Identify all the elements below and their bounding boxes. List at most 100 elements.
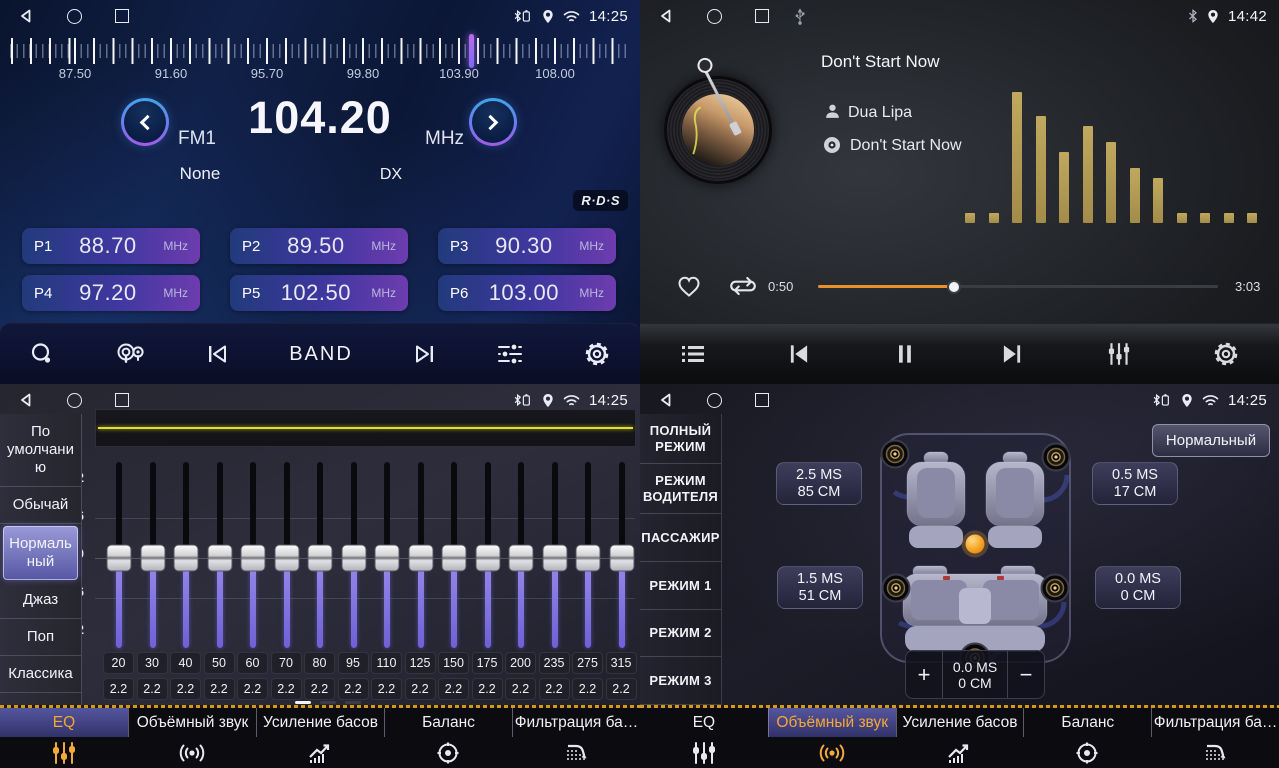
playlist-icon[interactable] — [680, 342, 706, 366]
eq-preset-custom[interactable]: Обычай — [0, 487, 81, 524]
bass-boost-tab-icon[interactable] — [256, 737, 384, 768]
q-value-box[interactable]: 2.2 — [438, 678, 469, 700]
q-value-box[interactable]: 2.2 — [271, 678, 302, 700]
settings-gear-icon[interactable] — [584, 341, 610, 367]
previous-track-icon[interactable] — [786, 341, 812, 367]
delay-front-left-button[interactable]: 2.5 MS 85 CM — [776, 462, 862, 505]
decrease-delay-button[interactable]: − — [1008, 651, 1044, 698]
eq-tab-icon[interactable] — [0, 737, 128, 768]
q-value-box[interactable]: 2.2 — [606, 678, 637, 700]
eq-band-slider[interactable] — [274, 462, 300, 648]
mode-driver[interactable]: РЕЖИМ ВОДИТЕЛЯ — [640, 464, 721, 514]
q-value-box[interactable]: 2.2 — [204, 678, 235, 700]
surround-tab-icon[interactable] — [128, 737, 256, 768]
mode-passenger[interactable]: ПАССАЖИР — [640, 514, 721, 562]
repeat-icon[interactable] — [728, 273, 758, 299]
tab-filter[interactable]: Фильтрация ба… — [512, 708, 640, 737]
eq-band-slider[interactable] — [609, 462, 635, 648]
fc-value-box[interactable]: 40 — [170, 652, 201, 674]
preset-button-p2[interactable]: P289.50MHz — [230, 228, 408, 264]
band-button[interactable]: BAND — [289, 343, 353, 366]
tab-surround[interactable]: Объёмный звук — [128, 708, 256, 737]
q-value-box[interactable]: 2.2 — [338, 678, 369, 700]
tab-eq[interactable]: EQ — [0, 708, 128, 737]
bass-boost-tab-icon[interactable] — [896, 737, 1024, 768]
surround-preset-button[interactable]: Нормальный — [1152, 424, 1270, 457]
eq-band-slider[interactable] — [441, 462, 467, 648]
preset-button-p3[interactable]: P390.30MHz — [438, 228, 616, 264]
nav-home-button[interactable] — [707, 393, 722, 408]
fc-value-box[interactable]: 150 — [438, 652, 469, 674]
tab-bass-boost[interactable]: Усиление басов — [896, 708, 1024, 737]
nav-home-button[interactable] — [67, 393, 82, 408]
eq-band-slider[interactable] — [307, 462, 333, 648]
balance-tab-icon[interactable] — [384, 737, 512, 768]
nav-recents-button[interactable] — [115, 9, 129, 23]
mode-2[interactable]: РЕЖИМ 2 — [640, 610, 721, 658]
q-value-box[interactable]: 2.2 — [304, 678, 335, 700]
filter-tab-icon[interactable] — [1151, 737, 1279, 768]
progress-thumb[interactable] — [947, 280, 961, 294]
eq-band-slider[interactable] — [207, 462, 233, 648]
tune-up-button[interactable] — [469, 98, 517, 146]
eq-band-slider[interactable] — [173, 462, 199, 648]
tab-bass-boost[interactable]: Усиление басов — [256, 708, 384, 737]
nav-back-button[interactable] — [658, 8, 674, 24]
nav-recents-button[interactable] — [755, 9, 769, 23]
favorite-heart-icon[interactable] — [676, 273, 702, 299]
fc-value-box[interactable]: 80 — [304, 652, 335, 674]
eq-tab-icon[interactable] — [640, 737, 768, 768]
eq-preset-pop[interactable]: Поп — [0, 619, 81, 656]
q-value-box[interactable]: 2.2 — [539, 678, 570, 700]
mode-full[interactable]: ПОЛНЫЙ РЕЖИМ — [640, 414, 721, 464]
seek-next-icon[interactable] — [413, 342, 437, 366]
fc-value-box[interactable]: 235 — [539, 652, 570, 674]
tab-filter[interactable]: Фильтрация ба… — [1151, 708, 1279, 737]
delay-front-right-button[interactable]: 0.5 MS 17 CM — [1092, 462, 1178, 505]
mode-1[interactable]: РЕЖИМ 1 — [640, 562, 721, 610]
eq-band-slider[interactable] — [240, 462, 266, 648]
q-value-box[interactable]: 2.2 — [505, 678, 536, 700]
eq-preset-classic[interactable]: Классика — [0, 656, 81, 693]
increase-delay-button[interactable]: + — [906, 651, 942, 698]
delay-rear-left-button[interactable]: 1.5 MS 51 CM — [777, 566, 863, 609]
tab-eq[interactable]: EQ — [640, 708, 768, 737]
filter-tab-icon[interactable] — [512, 737, 640, 768]
preset-button-p6[interactable]: P6103.00MHz — [438, 275, 616, 311]
eq-band-slider[interactable] — [374, 462, 400, 648]
stations-icon[interactable] — [115, 342, 145, 366]
nav-recents-button[interactable] — [115, 393, 129, 407]
q-value-box[interactable]: 2.2 — [237, 678, 268, 700]
progress-bar[interactable] — [818, 285, 1218, 288]
balance-tab-icon[interactable] — [1023, 737, 1151, 768]
eq-band-slider[interactable] — [408, 462, 434, 648]
scan-icon[interactable] — [30, 342, 54, 366]
tune-down-button[interactable] — [121, 98, 169, 146]
q-value-box[interactable]: 2.2 — [472, 678, 503, 700]
eq-band-slider[interactable] — [106, 462, 132, 648]
nav-back-button[interactable] — [18, 392, 34, 408]
fc-value-box[interactable]: 110 — [371, 652, 402, 674]
fc-value-box[interactable]: 30 — [137, 652, 168, 674]
fc-value-box[interactable]: 60 — [237, 652, 268, 674]
q-value-box[interactable]: 2.2 — [572, 678, 603, 700]
frequency-scale[interactable] — [10, 38, 630, 64]
q-value-box[interactable]: 2.2 — [137, 678, 168, 700]
fc-value-box[interactable]: 175 — [472, 652, 503, 674]
fc-value-box[interactable]: 95 — [338, 652, 369, 674]
fc-value-box[interactable]: 275 — [572, 652, 603, 674]
preset-button-p1[interactable]: P188.70MHz — [22, 228, 200, 264]
settings-gear-icon[interactable] — [1213, 341, 1239, 367]
surround-tab-icon[interactable] — [768, 737, 896, 768]
preset-button-p5[interactable]: P5102.50MHz — [230, 275, 408, 311]
fc-value-box[interactable]: 70 — [271, 652, 302, 674]
eq-preset-jazz[interactable]: Джаз — [0, 582, 81, 619]
eq-band-slider[interactable] — [140, 462, 166, 648]
pause-icon[interactable] — [892, 341, 918, 367]
fc-value-box[interactable]: 200 — [505, 652, 536, 674]
eq-preset-normal[interactable]: Нормальный — [3, 526, 78, 580]
eq-band-slider[interactable] — [475, 462, 501, 648]
tab-surround[interactable]: Объёмный звук — [768, 708, 896, 737]
tuner-settings-icon[interactable] — [497, 342, 523, 366]
eq-band-slider[interactable] — [508, 462, 534, 648]
